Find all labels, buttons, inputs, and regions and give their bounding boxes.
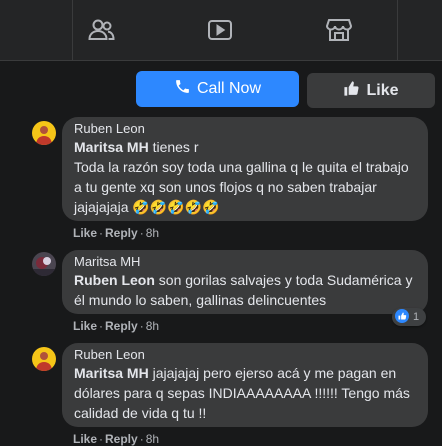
reply-link[interactable]: Reply: [105, 319, 138, 333]
watch-icon[interactable]: [206, 16, 234, 44]
mention-link[interactable]: Maritsa MH: [74, 365, 149, 381]
like-reaction-icon: [395, 308, 409, 326]
comment-text: Maritsa MH jajajajaj pero ejerso acá y m…: [74, 363, 428, 423]
like-page-button[interactable]: Like: [307, 73, 435, 108]
comment-author[interactable]: Ruben Leon: [74, 121, 428, 137]
comment-time[interactable]: 8h: [146, 319, 159, 333]
friends-icon[interactable]: [87, 16, 115, 44]
comment-bubble: Maritsa MH Ruben Leon son gorilas salvaj…: [62, 250, 428, 314]
reply-link[interactable]: Reply: [105, 432, 138, 446]
comment-bubble: Ruben Leon Maritsa MH jajajajaj pero eje…: [62, 343, 428, 427]
comment-time[interactable]: 8h: [146, 226, 159, 240]
like-link[interactable]: Like: [73, 319, 97, 333]
like-link[interactable]: Like: [73, 226, 97, 240]
comment-actions: Like · Reply · 8h: [73, 319, 160, 333]
comment-author[interactable]: Maritsa MH: [74, 254, 428, 270]
comment-author[interactable]: Ruben Leon: [74, 347, 428, 363]
nav-divider: [0, 60, 442, 61]
comment-text: Maritsa MH tienes r: [74, 137, 428, 157]
mention-link[interactable]: Ruben Leon: [74, 272, 155, 288]
comment-time[interactable]: 8h: [146, 432, 159, 446]
comment-text: Ruben Leon son gorilas salvajes y toda S…: [74, 270, 428, 310]
top-navigation: [0, 0, 442, 60]
marketplace-icon[interactable]: [325, 16, 353, 44]
comment-actions: Like · Reply · 8h: [73, 432, 160, 446]
comment-actions: Like · Reply · 8h: [73, 226, 160, 240]
avatar[interactable]: [32, 347, 56, 371]
thumbs-up-icon: [343, 80, 360, 102]
call-now-label: Call Now: [196, 80, 261, 97]
reply-link[interactable]: Reply: [105, 226, 138, 240]
phone-icon: [174, 78, 191, 100]
call-now-button[interactable]: Call Now: [136, 71, 299, 107]
avatar[interactable]: [32, 121, 56, 145]
nav-tabs: [72, 0, 398, 60]
comment-bubble: Ruben Leon Maritsa MH tienes r Toda la r…: [62, 117, 428, 221]
like-page-label: Like: [366, 81, 399, 99]
comment-body: Toda la razón soy toda una gallina q le …: [74, 159, 409, 215]
mention-link[interactable]: Maritsa MH: [74, 139, 149, 155]
reaction-count: 1: [413, 311, 420, 323]
comment-text-fragment: tienes r: [148, 139, 199, 155]
avatar[interactable]: [32, 252, 56, 276]
like-link[interactable]: Like: [73, 432, 97, 446]
reaction-summary[interactable]: 1: [392, 308, 426, 326]
